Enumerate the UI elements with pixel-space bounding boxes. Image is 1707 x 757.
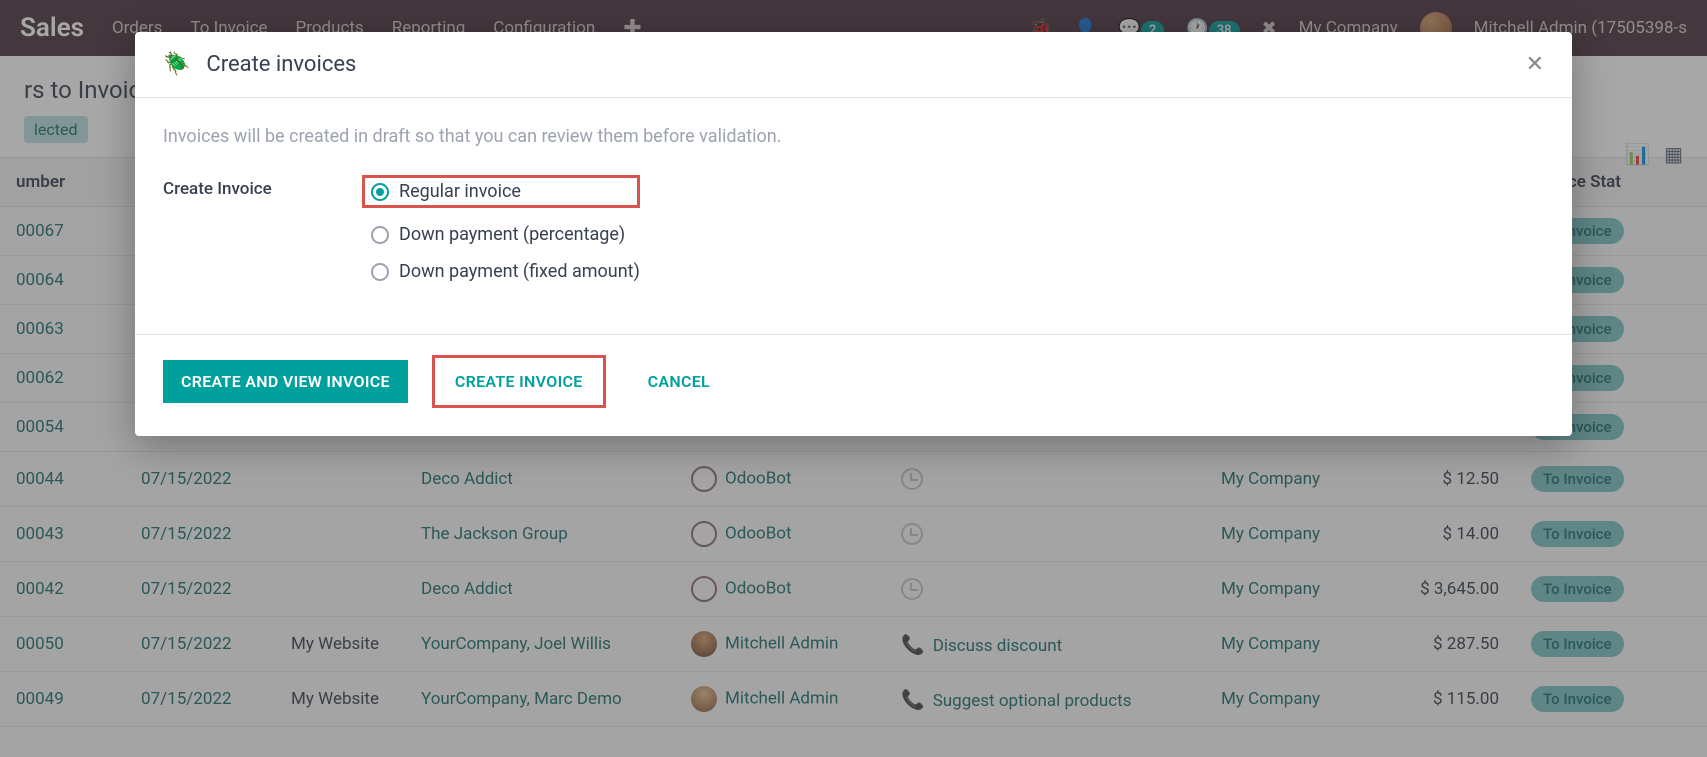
radio-regular-label: Regular invoice [399, 181, 521, 202]
create-invoices-modal: 🪲 Create invoices ✕ Invoices will be cre… [135, 32, 1572, 436]
create-invoice-label: Create Invoice [163, 175, 371, 199]
radio-fixed-input[interactable] [371, 263, 389, 281]
radio-down-payment-fixed[interactable]: Down payment (fixed amount) [371, 261, 640, 282]
modal-title: Create invoices [206, 52, 356, 77]
create-invoice-button[interactable]: CREATE INVOICE [432, 355, 606, 408]
radio-percentage-label: Down payment (percentage) [399, 224, 625, 245]
radio-down-payment-percentage[interactable]: Down payment (percentage) [371, 224, 640, 245]
modal-bug-icon[interactable]: 🪲 [163, 52, 190, 77]
radio-regular-input[interactable] [371, 183, 389, 201]
close-icon[interactable]: ✕ [1526, 52, 1544, 77]
radio-fixed-label: Down payment (fixed amount) [399, 261, 640, 282]
radio-regular-invoice[interactable]: Regular invoice [362, 175, 640, 208]
modal-info-text: Invoices will be created in draft so tha… [163, 126, 1544, 147]
create-and-view-invoice-button[interactable]: CREATE AND VIEW INVOICE [163, 360, 408, 403]
cancel-button[interactable]: CANCEL [630, 360, 728, 403]
radio-percentage-input[interactable] [371, 226, 389, 244]
